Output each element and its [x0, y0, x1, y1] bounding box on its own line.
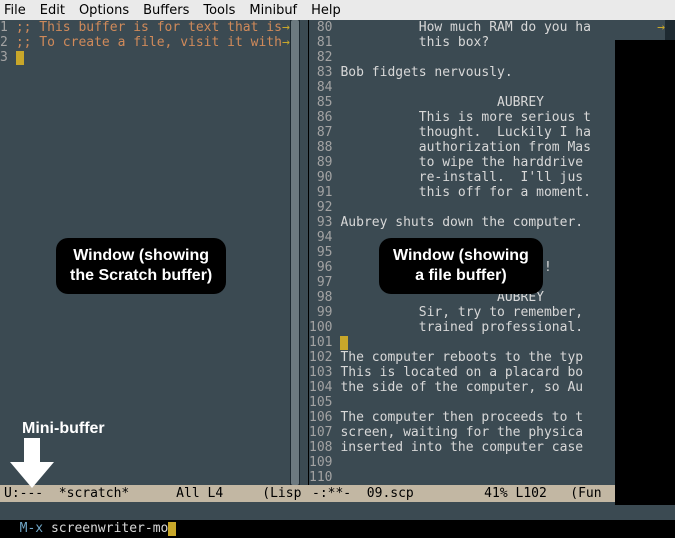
- menu-help[interactable]: Help: [311, 3, 341, 18]
- wrap-indicator-icon: →: [282, 20, 290, 35]
- black-strip: [615, 40, 675, 505]
- text-line[interactable]: ;; To create a file, visit it with→: [16, 35, 290, 50]
- minibuffer[interactable]: M-x screenwriter-mo: [0, 502, 675, 520]
- menu-file[interactable]: File: [4, 3, 26, 18]
- annotation-left: Window (showing the Scratch buffer): [56, 238, 226, 294]
- left-scrollbar[interactable]: [290, 20, 300, 485]
- mode-lines: U:--- *scratch* All L4 (Lisp -:**- 09.sc…: [0, 485, 675, 502]
- right-gutter: 8081828384858687888990919293949596979899…: [309, 20, 340, 485]
- annotation-left-line2: the Scratch buffer): [70, 266, 212, 286]
- minibuffer-label: Mini-buffer: [22, 420, 105, 438]
- text-line[interactable]: ;; This buffer is for text that is→: [16, 20, 290, 35]
- menubar: File Edit Options Buffers Tools Minibuf …: [0, 0, 675, 20]
- minibuffer-cursor: [168, 522, 176, 536]
- minibuffer-text[interactable]: screenwriter-mo: [51, 521, 168, 536]
- workspace: 123 ;; This buffer is for text that is→;…: [0, 20, 675, 485]
- scratch-window[interactable]: 123 ;; This buffer is for text that is→;…: [0, 20, 308, 485]
- annotation-right: Window (showing a file buffer): [379, 238, 543, 294]
- text-line[interactable]: [16, 50, 290, 65]
- annotation-left-line1: Window (showing: [70, 246, 212, 266]
- cursor: [16, 51, 24, 65]
- minibuffer-prompt: M-x: [20, 521, 51, 536]
- menu-options[interactable]: Options: [79, 3, 129, 18]
- menu-buffers[interactable]: Buffers: [143, 3, 189, 18]
- arrow-down-icon: [10, 438, 54, 488]
- cursor: [340, 336, 348, 350]
- text-line[interactable]: How much RAM do you ha→: [340, 20, 665, 35]
- menu-tools[interactable]: Tools: [203, 3, 235, 18]
- left-scrollbar-thumb[interactable]: [291, 20, 299, 485]
- wrap-indicator-icon: →: [282, 35, 290, 50]
- left-gutter: 123: [0, 20, 16, 485]
- menu-minibuf[interactable]: Minibuf: [249, 3, 297, 18]
- wrap-indicator-icon: →: [657, 20, 665, 35]
- annotation-right-line1: Window (showing: [393, 246, 529, 266]
- annotation-right-line2: a file buffer): [393, 266, 529, 286]
- menu-edit[interactable]: Edit: [40, 3, 65, 18]
